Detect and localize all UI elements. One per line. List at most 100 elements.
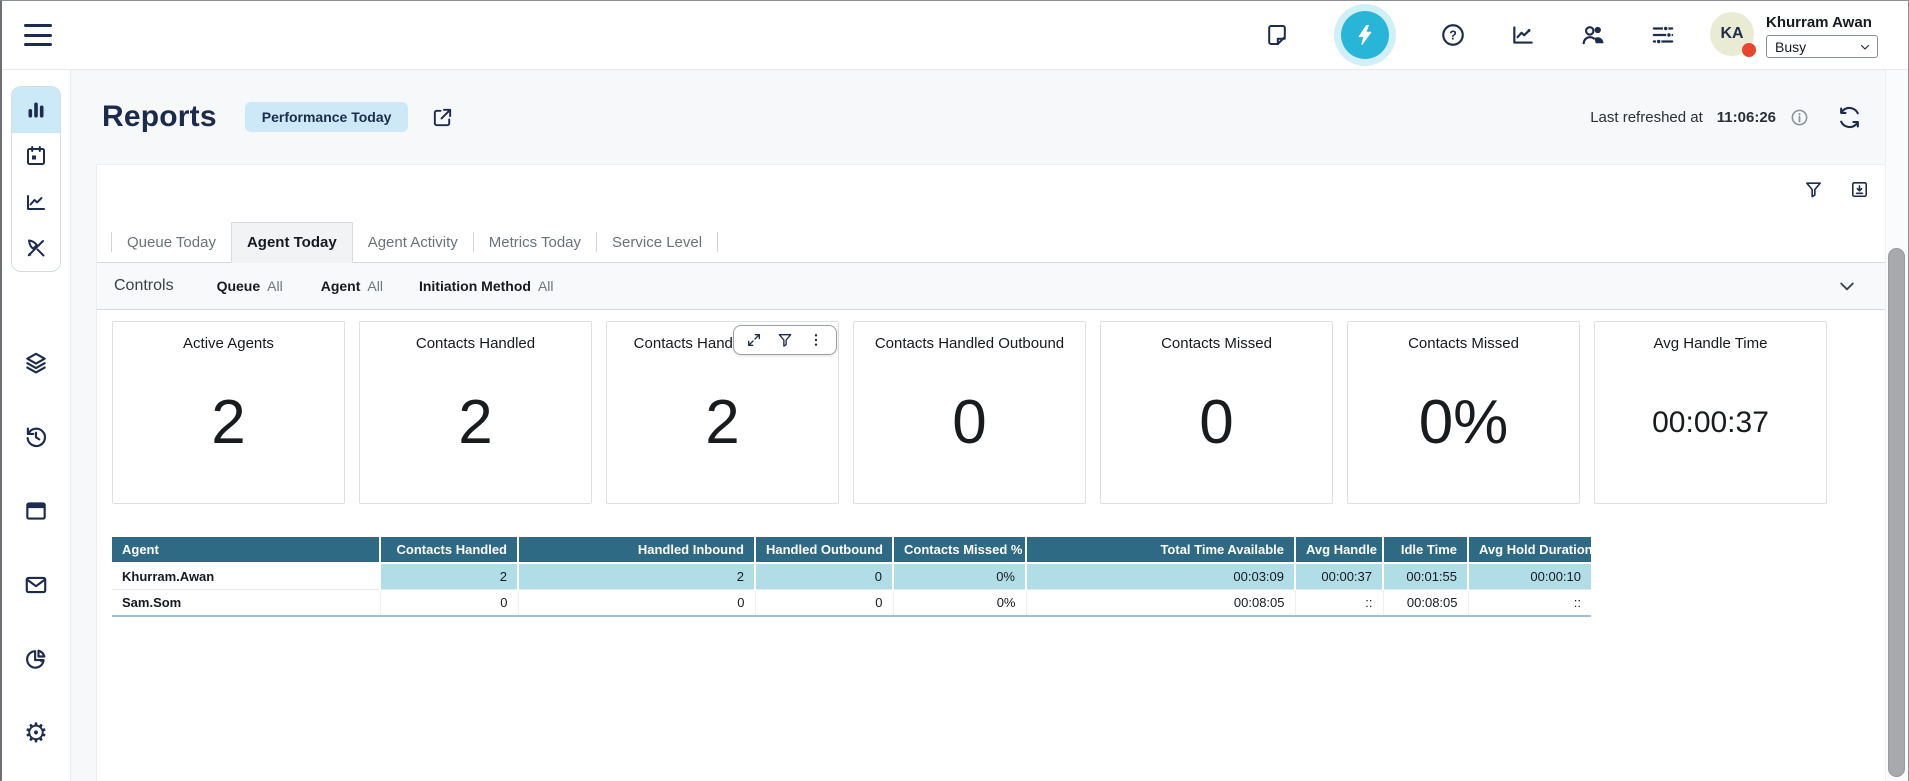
avatar[interactable]: KA bbox=[1710, 12, 1754, 56]
notes-icon[interactable] bbox=[1264, 22, 1290, 48]
col-contacts-handled: Contacts Handled bbox=[380, 537, 518, 563]
sidebar-item-browser-window[interactable] bbox=[12, 494, 60, 528]
col-total-time-available: Total Time Available bbox=[1026, 537, 1295, 563]
layers-icon bbox=[23, 350, 49, 376]
col-idle-time: Idle Time bbox=[1383, 537, 1468, 563]
card-contacts-handled-outbound[interactable]: Contacts Handled Outbound 0 bbox=[853, 321, 1086, 504]
report-badge: Performance Today bbox=[245, 102, 409, 132]
pie-chart-icon bbox=[23, 646, 49, 672]
kpi-cards: Active Agents 2 Contacts Handled 2 Conta… bbox=[112, 321, 1827, 504]
bar-chart-icon bbox=[24, 98, 48, 122]
preferences-sliders-icon[interactable] bbox=[1650, 22, 1676, 48]
card-value: 2 bbox=[705, 352, 739, 503]
download-icon[interactable] bbox=[1850, 180, 1869, 199]
sidebar-item-design-tools[interactable] bbox=[12, 225, 60, 271]
kebab-menu-icon[interactable] bbox=[808, 332, 824, 348]
card-value: 0 bbox=[1199, 352, 1233, 503]
calendar-icon bbox=[24, 144, 48, 168]
cell: 00:01:55 bbox=[1383, 563, 1468, 590]
sidebar: ⚙ bbox=[2, 70, 71, 781]
cell: :: bbox=[1295, 590, 1383, 617]
filter-initiation-method[interactable]: Initiation Method All bbox=[419, 278, 554, 294]
line-chart-icon bbox=[24, 190, 48, 214]
scrollbar-thumb[interactable] bbox=[1888, 248, 1905, 777]
boost-lightning-button[interactable] bbox=[1334, 4, 1396, 66]
hamburger-menu-icon[interactable] bbox=[24, 24, 52, 46]
cell: 0 bbox=[380, 590, 518, 617]
agent-name: Sam.Som bbox=[112, 590, 380, 617]
cell: 00:00:10 bbox=[1468, 563, 1591, 590]
cell: 0% bbox=[893, 563, 1026, 590]
cell: 00:03:09 bbox=[1026, 563, 1295, 590]
tab-metrics-today[interactable]: Metrics Today bbox=[474, 222, 596, 262]
agents-table: Agent Contacts Handled Handled Inbound H… bbox=[112, 537, 1885, 617]
filter-funnel-icon[interactable] bbox=[1804, 180, 1823, 199]
card-contacts-handled-inbound[interactable]: Contacts Handled Inbound 2 bbox=[606, 321, 839, 504]
sidebar-item-calendar[interactable] bbox=[12, 133, 60, 179]
card-value: 2 bbox=[458, 352, 492, 503]
table-header-row: Agent Contacts Handled Handled Inbound H… bbox=[112, 537, 1591, 563]
report-panel: Queue Today Agent Today Agent Activity M… bbox=[96, 164, 1886, 781]
sidebar-item-line-chart[interactable] bbox=[12, 179, 60, 225]
card-hover-toolbar bbox=[733, 325, 837, 355]
sidebar-item-settings[interactable]: ⚙ bbox=[12, 716, 60, 750]
filter-agent[interactable]: Agent All bbox=[321, 278, 383, 294]
tab-service-level[interactable]: Service Level bbox=[597, 222, 717, 262]
mail-icon bbox=[23, 572, 49, 598]
tab-agent-today[interactable]: Agent Today bbox=[231, 222, 353, 263]
user-name: Khurram Awan bbox=[1766, 14, 1878, 31]
cell: 0% bbox=[893, 590, 1026, 617]
cell: 0 bbox=[755, 563, 893, 590]
last-refreshed-label: Last refreshed at bbox=[1590, 109, 1703, 126]
filter-funnel-icon[interactable] bbox=[777, 332, 793, 348]
card-active-agents[interactable]: Active Agents 2 bbox=[112, 321, 345, 504]
controls-collapse-chevron-icon[interactable] bbox=[1837, 276, 1857, 296]
sidebar-item-history[interactable] bbox=[12, 420, 60, 454]
cell: 00:08:05 bbox=[1383, 590, 1468, 617]
card-avg-handle-time[interactable]: Avg Handle Time 00:00:37 bbox=[1594, 321, 1827, 504]
info-icon[interactable] bbox=[1790, 108, 1809, 127]
avatar-initials: KA bbox=[1720, 25, 1743, 43]
sidebar-item-bar-chart[interactable] bbox=[12, 87, 60, 133]
card-contacts-missed[interactable]: Contacts Missed 0 bbox=[1100, 321, 1333, 504]
contacts-people-icon[interactable] bbox=[1580, 22, 1606, 48]
busy-status-dot bbox=[1742, 43, 1756, 57]
sidebar-item-pie-chart[interactable] bbox=[12, 642, 60, 676]
card-contacts-missed-pct[interactable]: Contacts Missed 0% bbox=[1347, 321, 1580, 504]
controls-title: Controls bbox=[114, 277, 174, 295]
table-row: Sam.Som 0 0 0 0% 00:08:05 :: 00:08:05 :: bbox=[112, 590, 1591, 617]
cell: 0 bbox=[755, 590, 893, 617]
filter-queue[interactable]: Queue All bbox=[217, 278, 283, 294]
refresh-icon[interactable] bbox=[1837, 105, 1862, 130]
col-handled-outbound: Handled Outbound bbox=[755, 537, 893, 563]
card-value: 2 bbox=[211, 352, 245, 503]
topbar: ? KA Khurram Awan Busy bbox=[2, 1, 1908, 70]
tab-queue-today[interactable]: Queue Today bbox=[112, 222, 231, 262]
design-brush-pencil-icon bbox=[24, 236, 48, 260]
metrics-line-chart-icon[interactable] bbox=[1510, 22, 1536, 48]
cell: 2 bbox=[380, 563, 518, 590]
cell: :: bbox=[1468, 590, 1591, 617]
col-avg-handle: Avg Handle bbox=[1295, 537, 1383, 563]
chevron-down-icon bbox=[1859, 41, 1871, 53]
agent-name: Khurram.Awan bbox=[112, 563, 380, 590]
help-icon[interactable]: ? bbox=[1440, 22, 1466, 48]
sidebar-item-mail[interactable] bbox=[12, 568, 60, 602]
sidebar-item-layers[interactable] bbox=[12, 346, 60, 380]
cell: 00:00:37 bbox=[1295, 563, 1383, 590]
expand-icon[interactable] bbox=[746, 332, 762, 348]
tab-agent-activity[interactable]: Agent Activity bbox=[353, 222, 473, 262]
card-value: 00:00:37 bbox=[1652, 352, 1769, 503]
cell: 00:08:05 bbox=[1026, 590, 1295, 617]
external-link-icon[interactable] bbox=[431, 106, 454, 129]
history-icon bbox=[23, 424, 49, 450]
user-block: KA Khurram Awan Busy bbox=[1710, 12, 1878, 58]
col-contacts-missed-pct: Contacts Missed % bbox=[893, 537, 1026, 563]
col-avg-hold-duration: Avg Hold Duration bbox=[1468, 537, 1591, 563]
card-contacts-handled[interactable]: Contacts Handled 2 bbox=[359, 321, 592, 504]
status-select[interactable]: Busy bbox=[1766, 35, 1878, 58]
lightning-icon bbox=[1341, 11, 1389, 59]
card-value: 0 bbox=[952, 352, 986, 503]
controls-bar: Controls Queue All Agent All Initiation … bbox=[97, 263, 1885, 310]
settings-gear-icon: ⚙ bbox=[24, 720, 48, 747]
